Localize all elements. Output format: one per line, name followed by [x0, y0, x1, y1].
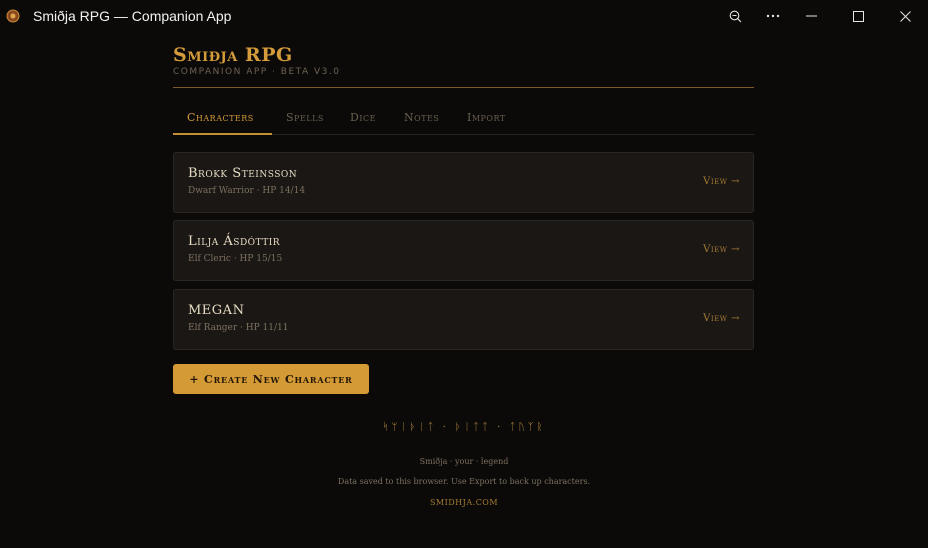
character-name: Brokk Steinsson [188, 166, 298, 181]
view-character-link[interactable]: View → [703, 313, 740, 324]
view-character-link[interactable]: View → [703, 244, 740, 255]
close-button[interactable] [885, 0, 925, 32]
tab-bar: Characters Spells Dice Notes Import [173, 106, 754, 135]
title-bar: Smiðja RPG — Companion App [0, 0, 928, 32]
shield-icon [6, 9, 20, 23]
character-name: Lilja Ásdóttir [188, 234, 281, 249]
footer-link[interactable]: smidhja.com [0, 498, 928, 507]
page-subtitle: Companion App · Beta v3.0 [173, 67, 341, 77]
footer-tagline: Smiðja · your · legend [419, 457, 509, 466]
more-icon [766, 14, 780, 18]
footer-note: Data saved to this browser. Use Export t… [337, 477, 591, 486]
character-meta: Elf Cleric · HP 15/15 [188, 254, 283, 264]
maximize-button[interactable] [838, 0, 878, 32]
tab-characters[interactable]: Characters [187, 111, 254, 124]
page-title: Smiðja RPG [173, 44, 293, 66]
zoom-button[interactable] [715, 0, 755, 32]
character-meta: Elf Ranger · HP 11/11 [188, 323, 289, 333]
maximize-icon [852, 10, 864, 22]
tab-spells[interactable]: Spells [286, 111, 324, 124]
tab-import[interactable]: Import [467, 111, 506, 124]
character-name: MEGAN [188, 303, 245, 318]
character-card[interactable]: MEGAN Elf Ranger · HP 11/11 View → [173, 289, 754, 350]
rune-motto: ᛋᛘᛁᚦᛁᛏ · ᚦᛁᛏᛏ · ᛏᚢᛉᚱ [382, 422, 546, 433]
tab-notes[interactable]: Notes [404, 111, 439, 124]
minimize-icon [805, 15, 817, 17]
character-card[interactable]: Lilja Ásdóttir Elf Cleric · HP 15/15 Vie… [173, 220, 754, 281]
character-card[interactable]: Brokk Steinsson Dwarf Warrior · HP 14/14… [173, 152, 754, 213]
active-tab-indicator [173, 133, 272, 135]
create-character-button[interactable]: + Create New Character [173, 364, 369, 394]
close-icon [899, 10, 911, 22]
minimize-button[interactable] [791, 0, 831, 32]
view-character-link[interactable]: View → [703, 176, 740, 187]
window-title: Smiðja RPG — Companion App [33, 8, 232, 24]
more-button[interactable] [753, 0, 793, 32]
character-meta: Dwarf Warrior · HP 14/14 [188, 186, 306, 196]
tab-dice[interactable]: Dice [350, 111, 376, 124]
zoom-icon [729, 10, 741, 22]
header-divider [173, 87, 754, 88]
